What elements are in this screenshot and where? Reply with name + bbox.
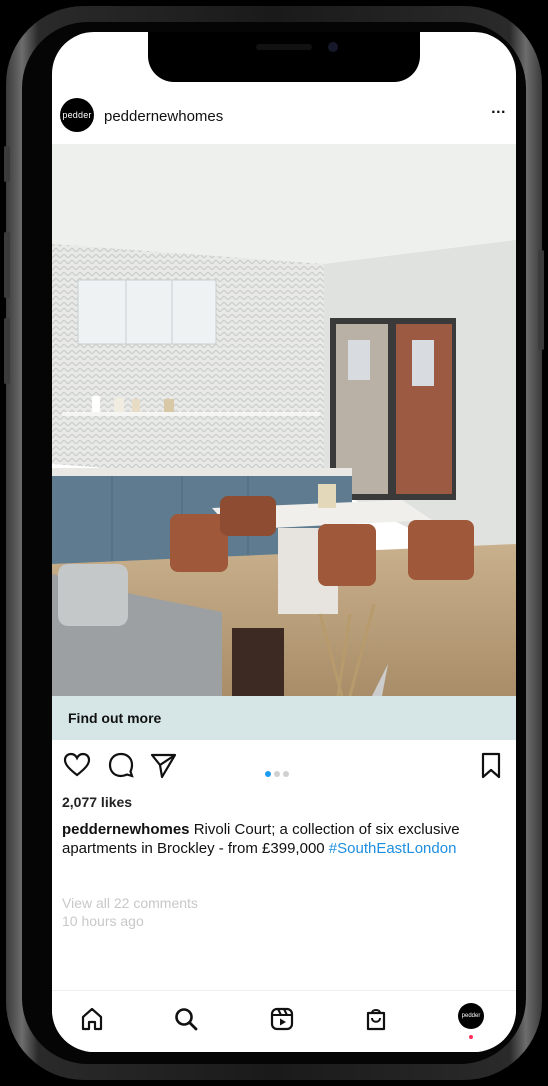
avatar[interactable]: pedder: [60, 98, 94, 132]
comments-section: View all 22 comments 10 hours ago: [62, 894, 198, 930]
more-options-button[interactable]: ...: [491, 100, 506, 118]
caption-username[interactable]: peddernewhomes: [62, 821, 190, 838]
post-caption: peddernewhomes Rivoli Court; a collectio…: [62, 820, 502, 858]
reels-icon[interactable]: [268, 1005, 296, 1033]
shop-icon[interactable]: [362, 1005, 390, 1033]
view-comments-link[interactable]: View all 22 comments: [62, 894, 198, 912]
screen: pedder peddernewhomes ... Find out more …: [52, 32, 516, 1052]
like-count[interactable]: 2,077 likes: [62, 794, 132, 810]
carousel-indicator: [265, 764, 292, 782]
speaker: [256, 44, 312, 50]
side-button: [538, 250, 544, 350]
search-icon[interactable]: [172, 1005, 200, 1033]
camera: [328, 42, 338, 52]
profile-avatar[interactable]: pedder: [458, 1003, 484, 1029]
share-icon[interactable]: [148, 750, 178, 780]
side-button: [4, 232, 10, 298]
carousel-dot: [265, 771, 271, 777]
post-header: pedder peddernewhomes ...: [52, 98, 516, 144]
carousel-dot: [283, 771, 289, 777]
notch: [148, 32, 420, 82]
post-image[interactable]: [52, 144, 516, 696]
cta-label: Find out more: [68, 710, 162, 726]
find-out-more-button[interactable]: Find out more: [52, 696, 516, 740]
heart-icon[interactable]: [62, 750, 92, 780]
post-actions: [52, 750, 516, 790]
side-button: [4, 318, 10, 384]
side-button: [4, 146, 10, 182]
timestamp: 10 hours ago: [62, 913, 144, 929]
bottom-navigation: pedder: [52, 990, 516, 1052]
notification-dot: [469, 1035, 473, 1039]
comment-icon[interactable]: [106, 750, 136, 780]
username[interactable]: peddernewhomes: [104, 108, 223, 125]
carousel-dot: [274, 771, 280, 777]
bookmark-icon[interactable]: [476, 750, 506, 780]
home-icon[interactable]: [78, 1005, 106, 1033]
phone-frame: pedder peddernewhomes ... Find out more …: [0, 0, 548, 1086]
hashtag-link[interactable]: #SouthEastLondon: [329, 840, 457, 857]
